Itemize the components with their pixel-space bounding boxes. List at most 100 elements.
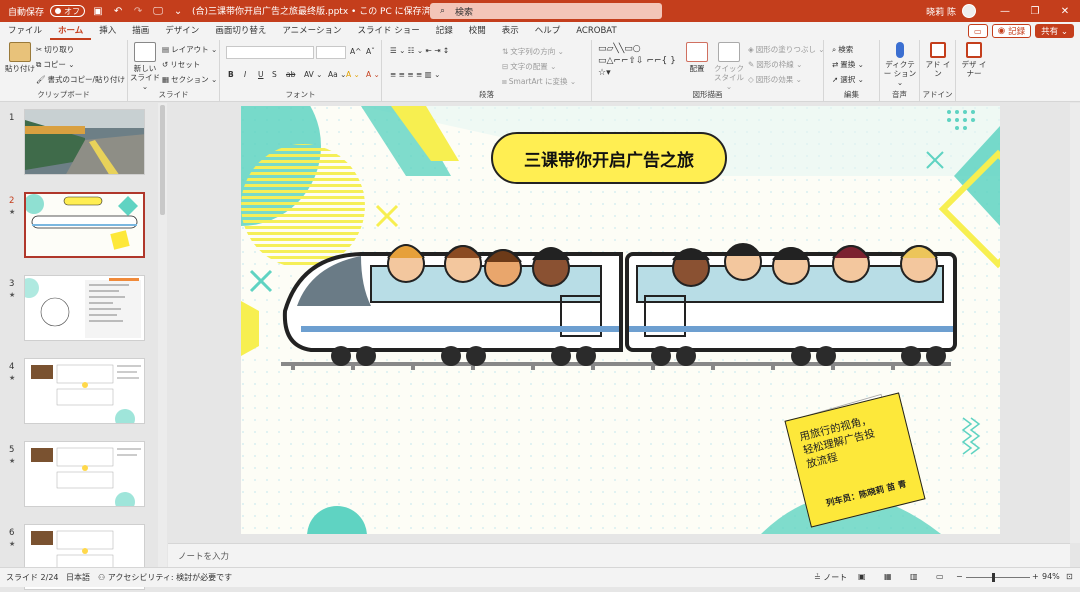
save-icon[interactable]: ▣ <box>91 4 105 18</box>
close-button[interactable]: ✕ <box>1050 6 1080 17</box>
cut-button[interactable]: ✂ 切り取り <box>36 44 74 55</box>
tab-slideshow[interactable]: スライド ショー <box>350 22 428 40</box>
customize-qat-icon[interactable]: ⌄ <box>171 4 185 18</box>
presentation-icon[interactable]: 🖵 <box>151 4 165 18</box>
slide-sorter-icon[interactable]: ▦ <box>884 572 892 581</box>
zoom-level[interactable]: 94% <box>1042 572 1060 581</box>
thumbnail-5[interactable]: 5 ★ <box>0 437 158 509</box>
tab-transitions[interactable]: 画面切り替え <box>207 22 274 40</box>
tab-record[interactable]: 記録 <box>428 22 461 40</box>
format-painter-label: 書式のコピー/貼り付け <box>47 75 126 84</box>
copy-button[interactable]: ⧉ コピー ⌄ <box>36 59 75 70</box>
minimize-button[interactable]: — <box>990 6 1020 17</box>
shape-effects-button[interactable]: ◇ 図形の効果 ⌄ <box>748 74 802 85</box>
redo-icon[interactable]: ↷ <box>131 4 145 18</box>
text-direction-button[interactable]: ⇅ 文字列の方向 ⌄ <box>502 46 564 57</box>
tab-review[interactable]: 校閲 <box>461 22 494 40</box>
scrollbar-thumb[interactable] <box>160 105 165 215</box>
language-indicator[interactable]: 日本語 <box>66 572 90 583</box>
case-button[interactable]: Aa ⌄ <box>328 70 346 79</box>
dictate-button[interactable]: ディクテー ション ⌄ <box>882 42 918 87</box>
quick-styles-button[interactable]: クイック スタイル ⌄ <box>714 42 744 91</box>
slideshow-icon[interactable]: ▭ <box>936 572 944 581</box>
slide-canvas[interactable]: 三课带你开启广告之旅 用旅行的视角，轻松理解广告投放流程 列车员：陈晓莉 苗 青 <box>241 106 1000 534</box>
reset-button[interactable]: ↺ リセット <box>162 59 200 70</box>
italic-button[interactable]: I <box>244 70 246 79</box>
thumbnail-scrollbar[interactable] <box>158 103 167 567</box>
addins-button[interactable]: アド イン <box>924 42 952 78</box>
thumbnail-4[interactable]: 4 ★ <box>0 354 158 426</box>
tab-acrobat[interactable]: ACROBAT <box>568 22 624 40</box>
zoom-in-icon[interactable]: + <box>1032 572 1039 581</box>
bullets-icon[interactable]: ☰ ⌄ ☷ ⌄ ⇤ ⇥ ↕ <box>390 46 449 55</box>
paste-button[interactable]: 貼り付け <box>4 42 36 73</box>
accessibility-status[interactable]: ⚇ アクセシビリティ: 検討が必要です <box>98 572 232 583</box>
thumbnail-image <box>24 275 145 341</box>
thumbnail-2[interactable]: 2 ★ <box>0 188 158 260</box>
strike-button[interactable]: ab <box>286 70 295 79</box>
spacing-button[interactable]: AV ⌄ <box>304 70 322 79</box>
font-size-input[interactable] <box>316 46 346 59</box>
highlight-button[interactable]: A ⌄ <box>346 70 360 79</box>
thumbnail-1[interactable]: 1 <box>0 105 158 177</box>
user-name[interactable]: 晓莉 陈 <box>926 5 956 18</box>
undo-icon[interactable]: ↶ <box>111 4 125 18</box>
search-box[interactable]: ⌕ 検索 <box>430 3 662 19</box>
autosave-toggle[interactable]: オフ <box>50 5 86 17</box>
record-button[interactable]: ◉ 記録 <box>991 24 1032 38</box>
fit-to-window-icon[interactable]: ⊡ <box>1066 572 1073 581</box>
font-color-button[interactable]: A ⌄ <box>366 70 380 79</box>
restore-button[interactable]: ❐ <box>1020 6 1050 17</box>
shape-outline-button[interactable]: ✎ 図形の枠線 ⌄ <box>748 59 802 70</box>
slide-scrollbar[interactable] <box>1070 103 1080 543</box>
underline-button[interactable]: U <box>258 70 264 79</box>
text-direction-icon: ⇅ <box>502 47 509 56</box>
tab-view[interactable]: 表示 <box>494 22 527 40</box>
font-name-input[interactable] <box>226 46 314 59</box>
arrange-button[interactable]: 配置 <box>684 42 710 73</box>
format-painter-button[interactable]: 🖌 書式のコピー/貼り付け <box>36 74 125 85</box>
replace-button[interactable]: ⇄ 置換 ⌄ <box>832 59 864 70</box>
tab-file[interactable]: ファイル <box>0 22 50 40</box>
bold-button[interactable]: B <box>228 70 234 79</box>
section-button[interactable]: ▦ セクション ⌄ <box>162 74 217 85</box>
slide-title-banner[interactable]: 三课带你开启广告之旅 <box>491 132 727 184</box>
tab-home[interactable]: ホーム <box>50 22 92 40</box>
thumbnail-3[interactable]: 3 ★ <box>0 271 158 343</box>
comment-button[interactable]: ▭ <box>967 24 988 38</box>
grow-font-button[interactable]: A^ <box>350 47 361 56</box>
tab-insert[interactable]: 挿入 <box>91 22 124 40</box>
tab-help[interactable]: ヘルプ <box>527 22 569 40</box>
notes-pane[interactable]: ノートを入力 <box>168 543 1070 567</box>
zoom-out-icon[interactable]: − <box>956 572 963 581</box>
designer-button[interactable]: デザ イナー <box>960 42 988 78</box>
shapes-gallery[interactable]: ▭▱╲╲▭○ ▭△⌐⌐⇧⇩ ⌐⌐{ }☆▾ <box>598 43 680 79</box>
shape-fill-button[interactable]: ◈ 図形の塗りつぶし ⌄ <box>748 44 825 55</box>
shrink-font-button[interactable]: Aˇ <box>366 47 375 56</box>
normal-view-icon[interactable]: ▣ <box>858 572 866 581</box>
reading-view-icon[interactable]: ▥ <box>910 572 918 581</box>
tab-draw[interactable]: 描画 <box>124 22 157 40</box>
find-button[interactable]: ⌕ 検索 <box>832 44 853 55</box>
notes-label: ノート <box>823 573 848 582</box>
tab-design[interactable]: デザイン <box>157 22 207 40</box>
record-label: 記録 <box>1008 27 1026 37</box>
notes-button[interactable]: ≟ ノート <box>814 572 847 583</box>
slide-5-preview <box>25 442 144 506</box>
layout-button[interactable]: ▤ レイアウト ⌄ <box>162 44 217 55</box>
share-button[interactable]: 共有 ⌄ <box>1035 24 1074 38</box>
reset-label: リセット <box>170 60 201 69</box>
tab-animations[interactable]: アニメーション <box>274 22 349 40</box>
new-slide-button[interactable]: 新しい スライド ⌄ <box>130 42 160 91</box>
section-icon: ▦ <box>162 75 170 84</box>
avatar[interactable] <box>962 4 976 18</box>
document-title[interactable]: (合)三课带你开启广告之旅最终版.pptx • この PC に保存済み ⌄ <box>192 4 450 17</box>
ribbon-tabs: ファイル ホーム 挿入 描画 デザイン 画面切り替え アニメーション スライド … <box>0 22 1080 40</box>
smartart-button[interactable]: ⧈ SmartArt に変換 ⌄ <box>502 76 576 87</box>
zoom-slider-thumb[interactable] <box>992 573 995 582</box>
shadow-button[interactable]: S <box>272 70 277 79</box>
align-text-button[interactable]: ⊟ 文字の配置 ⌄ <box>502 61 556 72</box>
select-button[interactable]: ➚ 選択 ⌄ <box>832 74 864 85</box>
zoom-slider[interactable] <box>966 577 1030 578</box>
align-icons[interactable]: ≡ ≡ ≡ ≡ ▥ ⌄ <box>390 70 440 79</box>
